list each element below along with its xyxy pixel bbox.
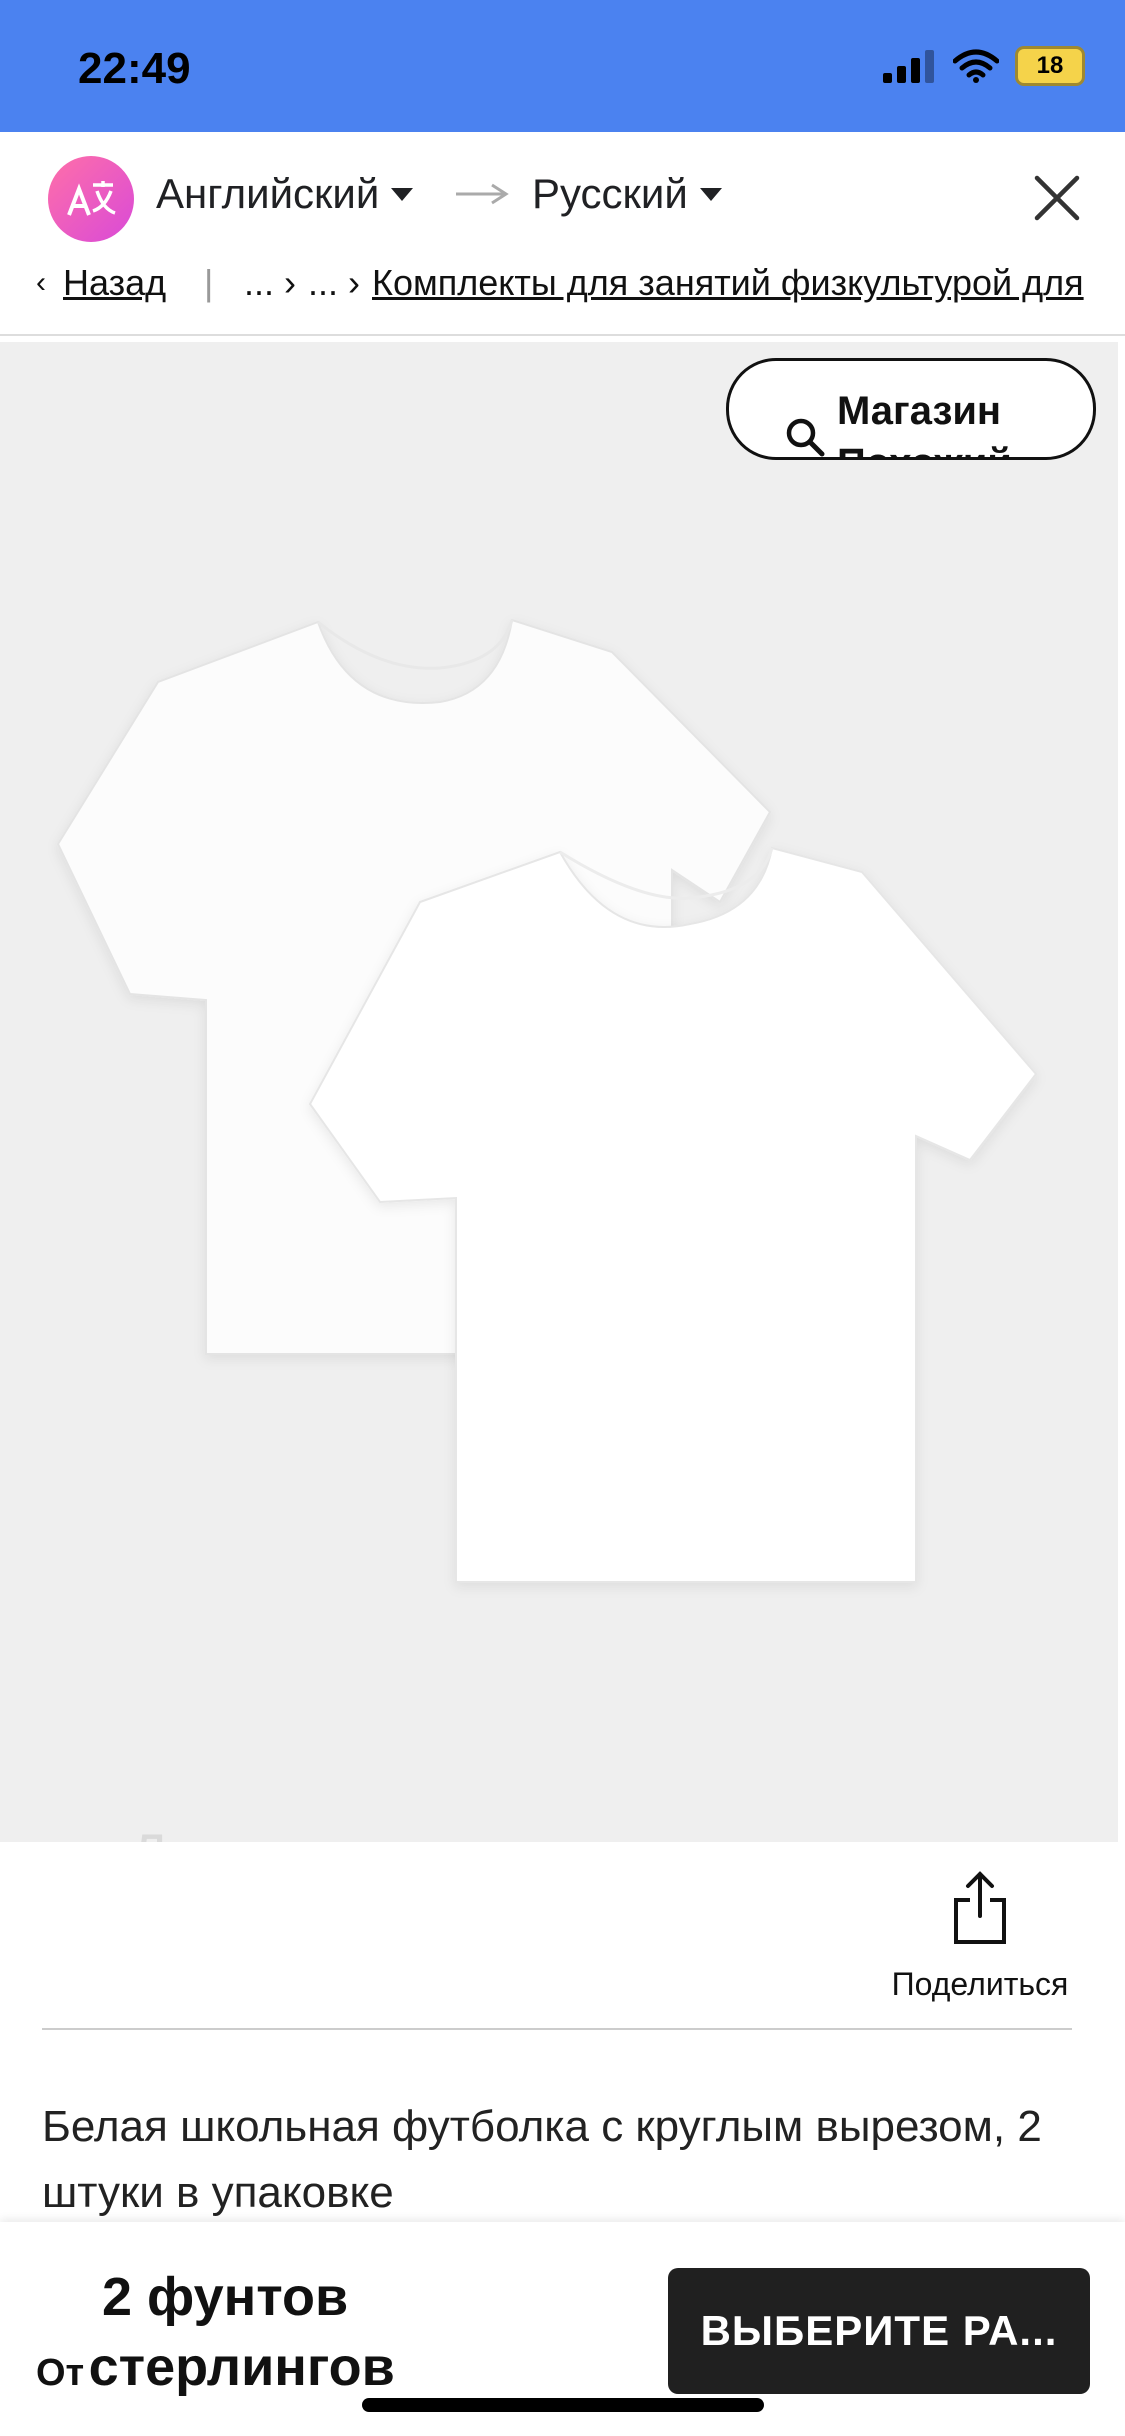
zoom-hint: Дважды коснитесь или ущипните, чтобы уве… xyxy=(110,1812,1030,1842)
target-language-select[interactable]: Русский xyxy=(532,170,722,218)
shop-similar-button[interactable]: Магазин Похожий xyxy=(726,358,1096,460)
battery-level: 18 xyxy=(1036,52,1064,79)
close-icon[interactable] xyxy=(1027,168,1087,228)
chevron-down-icon xyxy=(391,187,414,201)
breadcrumb-separator: | xyxy=(204,262,214,303)
breadcrumb-back-link[interactable]: Назад xyxy=(63,262,166,304)
tshirts-image xyxy=(56,618,1038,1583)
product-image[interactable]: Дважды коснитесь или ущипните, чтобы уве… xyxy=(0,342,1118,1842)
price: 2 фунтов От стерлингов xyxy=(36,2262,395,2416)
shop-similar-label: Магазин Похожий xyxy=(837,389,1012,457)
source-language-label: Английский xyxy=(156,170,380,217)
source-language-select[interactable]: Английский xyxy=(156,170,414,218)
breadcrumb: ‹ Назад | ... › ... › Комплекты для заня… xyxy=(0,262,1125,336)
home-indicator xyxy=(362,2398,764,2412)
select-size-button[interactable]: ВЫБЕРИТЕ РА... xyxy=(668,2268,1090,2394)
share-label: Поделиться xyxy=(891,1966,1069,2002)
translate-icon[interactable] xyxy=(48,156,134,242)
translate-bar: Английский Русский xyxy=(0,132,1125,262)
breadcrumb-ellipsis-1[interactable]: ... xyxy=(244,262,274,304)
product-title: Белая школьная футболка с круглым вырезо… xyxy=(42,2102,1042,2217)
price-currency: стерлингов xyxy=(88,2337,395,2397)
wifi-icon xyxy=(953,49,999,83)
arrow-right-icon xyxy=(456,183,509,205)
breadcrumb-current[interactable]: Комплекты для занятий физкультурой для xyxy=(372,262,1084,304)
breadcrumb-ellipsis-2[interactable]: ... xyxy=(308,262,338,304)
price-amount: 2 фунтов xyxy=(102,2267,349,2327)
target-language-label: Русский xyxy=(532,170,688,217)
share-icon xyxy=(954,1871,1006,1944)
signal-icon xyxy=(883,50,934,83)
search-icon xyxy=(786,418,825,457)
status-time: 22:49 xyxy=(78,44,191,93)
status-bar: 22:49 18 xyxy=(0,0,1125,132)
share-button[interactable]: Поделиться xyxy=(880,1870,1080,2003)
status-icons: 18 xyxy=(883,46,1085,86)
battery-icon: 18 xyxy=(1015,46,1085,86)
chevron-down-icon xyxy=(699,187,722,201)
chevron-right-icon: › xyxy=(284,262,296,303)
chevron-right-icon: › xyxy=(348,262,360,303)
divider xyxy=(42,2028,1072,2030)
chevron-left-icon: ‹ xyxy=(36,266,46,299)
price-from-label: От xyxy=(36,2352,85,2394)
